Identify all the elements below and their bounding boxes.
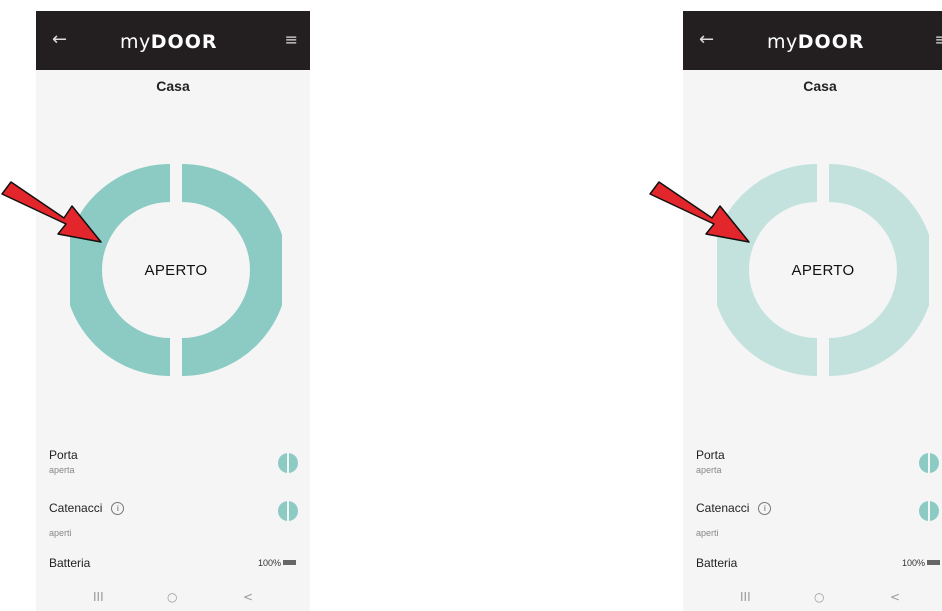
- battery-label: Batteria: [49, 556, 91, 570]
- toggle-divider: [287, 501, 289, 521]
- door-status-label: APERTO: [791, 262, 855, 279]
- page-title: Casa: [803, 78, 837, 94]
- battery-value: 100%: [901, 558, 925, 568]
- catenacci-state: aperti: [49, 528, 72, 538]
- porta-label: Porta: [49, 448, 78, 462]
- phone-screen-right: ← myDOOR ≡ Casa APERTO Porta aperta Cate…: [683, 11, 942, 611]
- door-status-label: APERTO: [144, 262, 208, 279]
- red-arrow-left-icon: [1, 181, 102, 243]
- red-arrow-right-icon: [649, 181, 750, 243]
- info-icon[interactable]: i: [758, 502, 772, 515]
- home-icon[interactable]: ○: [167, 590, 177, 604]
- app-bar: ← myDOOR ≡: [683, 11, 942, 70]
- catenacci-label: Catenacci: [49, 501, 103, 515]
- battery-label: Batteria: [696, 556, 738, 570]
- porta-status-toggle[interactable]: [919, 453, 939, 473]
- battery-level: 100%: [902, 558, 940, 568]
- catenacci-status-toggle[interactable]: [278, 501, 298, 521]
- battery-icon: [927, 560, 940, 565]
- logo-main: DOOR: [797, 31, 865, 53]
- menu-icon[interactable]: ≡: [935, 31, 942, 49]
- porta-state: aperta: [696, 465, 722, 475]
- battery-icon: [283, 560, 296, 565]
- back-nav-icon[interactable]: <: [243, 590, 253, 604]
- battery-value: 100%: [257, 558, 281, 568]
- logo-prefix: my: [767, 31, 798, 53]
- catenacci-state: aperti: [696, 528, 719, 538]
- catenacci-status-toggle[interactable]: [919, 501, 939, 521]
- logo-main: DOOR: [150, 31, 218, 53]
- toggle-divider: [287, 453, 289, 473]
- porta-state: aperta: [49, 465, 75, 475]
- system-nav-bar: III ○ <: [36, 585, 310, 611]
- toggle-divider: [928, 453, 930, 473]
- app-logo: myDOOR: [767, 31, 877, 53]
- toggle-divider: [928, 501, 930, 521]
- recent-apps-icon[interactable]: III: [93, 590, 104, 604]
- app-logo: myDOOR: [120, 31, 230, 53]
- back-nav-icon[interactable]: <: [890, 590, 900, 604]
- porta-label: Porta: [696, 448, 725, 462]
- catenacci-row: Catenacci i: [696, 501, 772, 515]
- recent-apps-icon[interactable]: III: [740, 590, 751, 604]
- phone-screen-left: ← myDOOR ≡ Casa APERTO Porta aperta Cate…: [36, 11, 310, 611]
- logo-prefix: my: [120, 31, 151, 53]
- menu-icon[interactable]: ≡: [285, 31, 298, 49]
- info-icon[interactable]: i: [111, 502, 125, 515]
- back-arrow-icon[interactable]: ←: [52, 31, 67, 49]
- system-nav-bar: III ○ <: [683, 585, 942, 611]
- catenacci-row: Catenacci i: [49, 501, 125, 515]
- page-title: Casa: [156, 78, 190, 94]
- app-bar: ← myDOOR ≡: [36, 11, 310, 70]
- battery-level: 100%: [258, 558, 296, 568]
- back-arrow-icon[interactable]: ←: [699, 31, 714, 49]
- porta-status-toggle[interactable]: [278, 453, 298, 473]
- catenacci-label: Catenacci: [696, 501, 750, 515]
- home-icon[interactable]: ○: [814, 590, 824, 604]
